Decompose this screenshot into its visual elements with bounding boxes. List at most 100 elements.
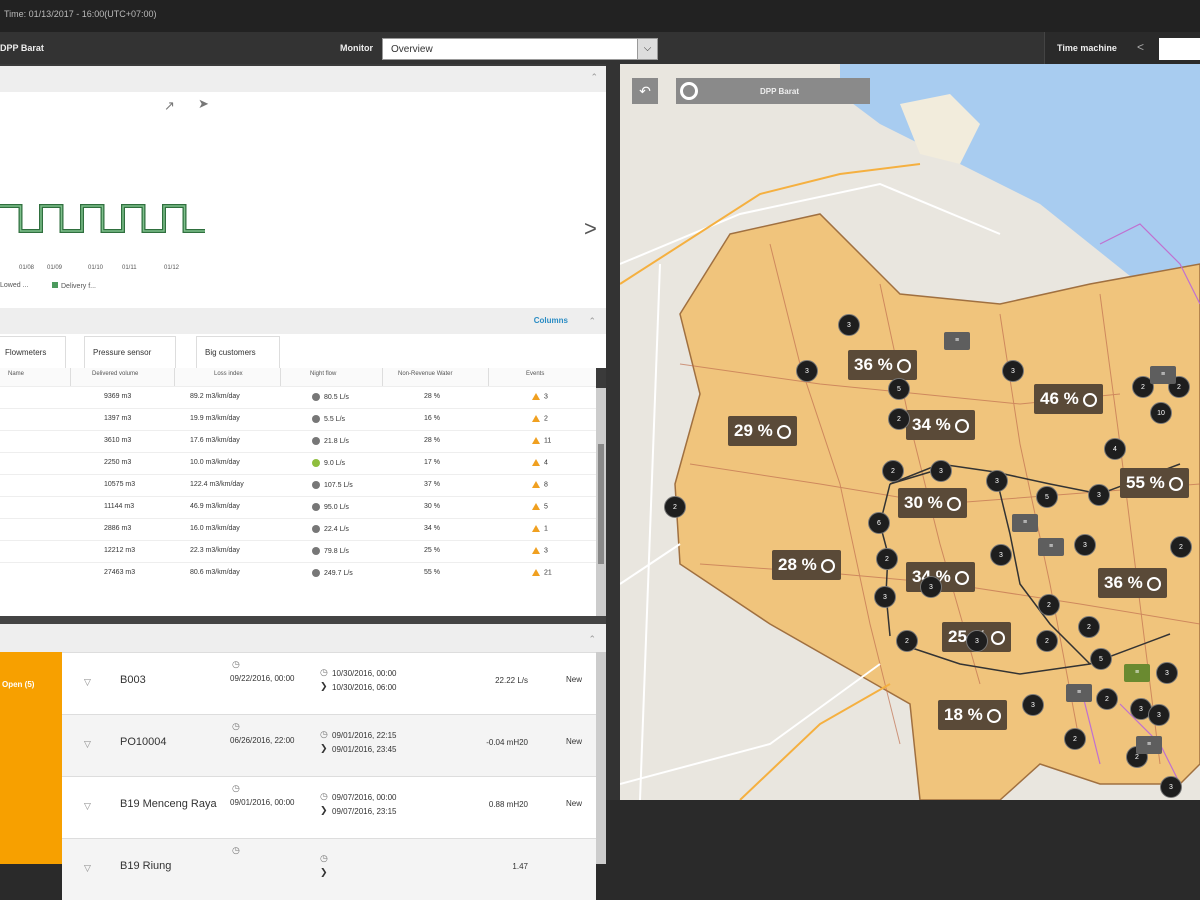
nrw-percentage-label[interactable]: 34 %: [906, 410, 975, 440]
meter-node[interactable]: 3: [1002, 360, 1024, 382]
meter-node[interactable]: 3: [874, 586, 896, 608]
zone-selector[interactable]: DPP Barat: [676, 78, 870, 104]
meter-node[interactable]: 2: [1096, 688, 1118, 710]
columns-link[interactable]: Columns: [534, 316, 568, 325]
meter-node[interactable]: 2: [1064, 728, 1086, 750]
sensor-icon[interactable]: ≡: [1038, 538, 1064, 556]
nrw-percentage-label[interactable]: 36 %: [848, 350, 917, 380]
column-header[interactable]: Name: [8, 371, 24, 377]
table-row[interactable]: 10575 m3 122.4 m3/km/day 107.5 L/s 37 % 8: [0, 474, 596, 496]
meter-node[interactable]: 2: [1170, 536, 1192, 558]
nrw-percentage-label[interactable]: 29 %: [728, 416, 797, 446]
meter-node[interactable]: 5: [1090, 648, 1112, 670]
chevron-up-icon[interactable]: ⌃: [590, 72, 598, 83]
column-header[interactable]: Night flow: [310, 371, 336, 377]
meter-node[interactable]: 3: [986, 470, 1008, 492]
tab-flowmeters[interactable]: Flowmeters: [0, 336, 66, 368]
alert-value: -0.04 mH20: [486, 738, 528, 747]
meter-node[interactable]: 3: [1148, 704, 1170, 726]
alerts-scrollbar[interactable]: [596, 652, 606, 864]
meter-node[interactable]: 3: [966, 630, 988, 652]
expand-icon[interactable]: ↗: [164, 98, 175, 114]
alert-row[interactable]: ▽ B19 Riung ◷ ◷ ❯ 1.47: [62, 838, 596, 900]
meter-node[interactable]: 6: [868, 512, 890, 534]
sensor-icon[interactable]: ≡: [944, 332, 970, 350]
column-header[interactable]: Loss index: [214, 371, 243, 377]
meter-node[interactable]: 2: [888, 408, 910, 430]
nrw-percentage-label[interactable]: 46 %: [1034, 384, 1103, 414]
column-header[interactable]: Events: [526, 371, 544, 377]
time-machine-input[interactable]: [1159, 38, 1200, 60]
meter-node[interactable]: 4: [1104, 438, 1126, 460]
table-row[interactable]: 12212 m3 22.3 m3/km/day 79.8 L/s 25 % 3: [0, 540, 596, 562]
table-row[interactable]: 9369 m3 89.2 m3/km/day 80.5 L/s 28 % 3: [0, 386, 596, 408]
meter-node[interactable]: 3: [930, 460, 952, 482]
nrw-percentage-label[interactable]: 30 %: [898, 488, 967, 518]
cell-events: 8: [532, 481, 548, 488]
alert-row[interactable]: ▽ PO10004 ◷ 06/26/2016, 22:00 ◷ 09/01/2016, 2…: [62, 714, 596, 776]
column-header[interactable]: Non-Revenue Water: [398, 371, 452, 377]
nrw-percentage-label[interactable]: 28 %: [772, 550, 841, 580]
meter-node[interactable]: 3: [990, 544, 1012, 566]
chevron-right-icon[interactable]: >: [584, 216, 597, 242]
meter-node[interactable]: 2: [1078, 616, 1100, 638]
table-row[interactable]: 1397 m3 19.9 m3/km/day 5.5 L/s 16 % 2: [0, 408, 596, 430]
alert-row[interactable]: ▽ B19 Menceng Raya ◷ 09/01/2016, 00:00 ◷ 09/0…: [62, 776, 596, 838]
sensor-icon[interactable]: ≡: [1066, 684, 1092, 702]
tab-big-customers[interactable]: Big customers: [196, 336, 280, 368]
clock-icon: ◷: [232, 783, 240, 793]
meter-node[interactable]: 3: [1156, 662, 1178, 684]
meter-node[interactable]: 2: [1036, 630, 1058, 652]
meter-node[interactable]: 5: [888, 378, 910, 400]
cell-volume: 1397 m3: [104, 415, 132, 422]
table-row[interactable]: 11144 m3 46.9 m3/km/day 95.0 L/s 30 % 5: [0, 496, 596, 518]
chevron-left-icon[interactable]: <: [1137, 40, 1144, 54]
meter-node[interactable]: 5: [1036, 486, 1058, 508]
table-row[interactable]: 3610 m3 17.6 m3/km/day 21.8 L/s 28 % 11: [0, 430, 596, 452]
meter-node[interactable]: 2: [664, 496, 686, 518]
meter-node[interactable]: 2: [882, 460, 904, 482]
column-header[interactable]: Delivered volume: [92, 371, 138, 377]
cell-loss-index: 10.0 m3/km/day: [190, 459, 240, 466]
meter-node[interactable]: 3: [796, 360, 818, 382]
meter-node[interactable]: 3: [838, 314, 860, 336]
tab-pressure-sensor[interactable]: Pressure sensor: [84, 336, 176, 368]
sensor-icon[interactable]: ≡: [1124, 664, 1150, 682]
info-circle-icon: [954, 570, 969, 585]
alert-date: 09/22/2016, 00:00: [230, 674, 295, 683]
chevron-up-icon[interactable]: ⌃: [588, 316, 596, 327]
back-icon[interactable]: ↶: [632, 78, 658, 104]
meter-node[interactable]: 3: [1022, 694, 1044, 716]
chevron-up-icon[interactable]: ⌃: [588, 634, 596, 645]
table-row[interactable]: 27463 m3 80.6 m3/km/day 249.7 L/s 55 % 21: [0, 562, 596, 584]
clock-icon: ◷: [320, 729, 328, 739]
pin-icon: ▽: [84, 677, 91, 687]
meter-node[interactable]: 2: [896, 630, 918, 652]
nrw-percentage-label[interactable]: 55 %: [1120, 468, 1189, 498]
scrollbar-thumb[interactable]: [598, 444, 604, 564]
meter-node[interactable]: 3: [1088, 484, 1110, 506]
meter-node[interactable]: 10: [1150, 402, 1172, 424]
table-scrollbar[interactable]: [596, 388, 606, 616]
table-row[interactable]: 2250 m3 10.0 m3/km/day 9.0 L/s 17 % 4: [0, 452, 596, 474]
alert-row[interactable]: ▽ B003 ◷ 09/22/2016, 00:00 ◷ 10/30/2016, 00:0…: [62, 652, 596, 714]
open-alerts-badge[interactable]: Open (5): [0, 652, 62, 864]
column-divider: [174, 368, 175, 386]
chevron-down-icon[interactable]: ⌵: [637, 39, 657, 59]
vertical-splitter[interactable]: [606, 64, 620, 800]
meter-node[interactable]: 3: [920, 576, 942, 598]
table-row[interactable]: 2886 m3 16.0 m3/km/day 22.4 L/s 34 % 1: [0, 518, 596, 540]
sensor-icon[interactable]: ≡: [1150, 366, 1176, 384]
map[interactable]: ↶ DPP Barat 36 % 46 % 29 % 34 % 30 % 55 % 28 %…: [620, 64, 1200, 800]
meter-node[interactable]: 3: [1160, 776, 1182, 798]
meter-node[interactable]: 2: [876, 548, 898, 570]
nrw-percentage-label[interactable]: 18 %: [938, 700, 1007, 730]
pane-splitter[interactable]: [0, 616, 606, 624]
pin-icon[interactable]: ➤: [198, 96, 209, 112]
sensor-icon[interactable]: ≡: [1136, 736, 1162, 754]
nrw-percentage-label[interactable]: 36 %: [1098, 568, 1167, 598]
meter-node[interactable]: 2: [1038, 594, 1060, 616]
monitor-select[interactable]: Overview ⌵: [382, 38, 658, 60]
sensor-icon[interactable]: ≡: [1012, 514, 1038, 532]
meter-node[interactable]: 3: [1074, 534, 1096, 556]
